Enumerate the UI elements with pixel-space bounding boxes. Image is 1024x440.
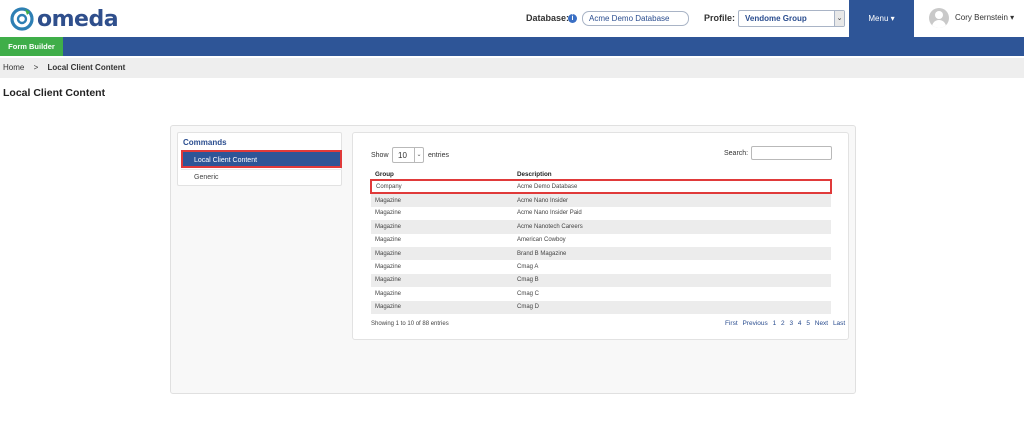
cell-description: Acme Demo Database <box>513 178 832 195</box>
profile-select-value: Vendome Group <box>745 14 807 23</box>
breadcrumb: Home > Local Client Content <box>0 58 1024 78</box>
pager-page-2[interactable]: 2 <box>781 320 785 327</box>
cell-group: Magazine <box>371 273 513 288</box>
entries-table: Group Description Company Acme Demo Data… <box>370 170 832 314</box>
brand-name: omeda <box>37 6 119 32</box>
pager-next[interactable]: Next <box>815 320 828 327</box>
table-row[interactable]: Magazine American Cowboy <box>371 233 831 247</box>
cell-description: Brand B Magazine <box>513 246 831 261</box>
cell-group: Magazine <box>371 300 513 314</box>
cell-description: Cmag D <box>513 300 831 314</box>
search-label: Search: <box>724 150 749 157</box>
cell-description: Acme Nano Insider Paid <box>513 206 831 221</box>
cell-group: Magazine <box>371 220 513 234</box>
breadcrumb-home[interactable]: Home <box>3 63 24 72</box>
pager-page-3[interactable]: 3 <box>789 320 793 327</box>
pager-first[interactable]: First <box>725 320 738 327</box>
table-row[interactable]: Magazine Cmag B <box>371 273 831 288</box>
cell-description: Acme Nanotech Careers <box>513 220 831 234</box>
cell-description: American Cowboy <box>513 233 831 247</box>
cell-description: Cmag B <box>513 273 831 288</box>
chevron-down-icon[interactable]: ⌄ <box>834 11 844 26</box>
search-input[interactable] <box>751 146 832 160</box>
cell-group: Magazine <box>371 233 513 247</box>
info-icon[interactable]: i <box>568 14 577 23</box>
form-builder-tab[interactable]: Form Builder <box>0 37 63 56</box>
command-generic[interactable]: Generic <box>181 169 342 185</box>
show-label: Show <box>371 152 389 159</box>
user-avatar-icon[interactable] <box>929 8 949 28</box>
column-header-group[interactable]: Group <box>371 170 513 181</box>
user-menu[interactable]: Cory Bernstein ▾ <box>955 13 1014 22</box>
database-select[interactable]: Acme Demo Database <box>582 11 689 26</box>
table-row[interactable]: Magazine Acme Nanotech Careers <box>371 220 831 234</box>
cell-group: Magazine <box>371 246 513 261</box>
table-row[interactable]: Magazine Acme Nano Insider Paid <box>371 206 831 221</box>
menu-button[interactable]: Menu ▾ <box>849 0 914 37</box>
table-info: Showing 1 to 10 of 88 entries <box>371 321 449 327</box>
main-navbar: Form Builder <box>0 37 1024 56</box>
chevron-down-icon[interactable]: ⌄ <box>414 148 423 162</box>
breadcrumb-separator: > <box>33 63 39 72</box>
cell-description: Cmag C <box>513 287 831 301</box>
table-row[interactable]: Magazine Cmag A <box>371 260 831 274</box>
content-panel: Commands Local Client Content Generic Sh… <box>170 125 856 394</box>
table-row[interactable]: Magazine Cmag D <box>371 300 831 314</box>
cell-group: Magazine <box>371 193 513 207</box>
pager-page-5[interactable]: 5 <box>806 320 810 327</box>
pager-page-4[interactable]: 4 <box>798 320 802 327</box>
table-row[interactable]: Magazine Cmag C <box>371 287 831 301</box>
entries-label: entries <box>428 152 450 159</box>
cell-description: Acme Nano Insider <box>513 193 831 207</box>
top-bar: omeda Database: i Acme Demo Database Pro… <box>0 0 1024 37</box>
pager-previous[interactable]: Previous <box>742 320 767 327</box>
breadcrumb-current: Local Client Content <box>47 63 126 72</box>
database-label: Database: <box>526 13 570 23</box>
commands-title: Commands <box>183 138 227 147</box>
cell-group: Magazine <box>371 260 513 274</box>
page-size-select[interactable]: 10 ⌄ <box>392 147 424 163</box>
profile-select[interactable]: Vendome Group ⌄ <box>738 10 845 27</box>
cell-group: Magazine <box>371 287 513 301</box>
table-header-row: Group Description <box>371 170 831 181</box>
column-header-description[interactable]: Description <box>513 170 831 181</box>
profile-label: Profile: <box>704 13 736 23</box>
omeda-logo[interactable]: omeda <box>10 6 119 32</box>
entries-panel: Show 10 ⌄ entries Search: Group Descript… <box>352 132 849 340</box>
page-size-value: 10 <box>398 151 407 160</box>
cell-group: Magazine <box>371 206 513 221</box>
cell-group: Company <box>370 178 513 195</box>
table-row[interactable]: Magazine Brand B Magazine <box>371 246 831 261</box>
pager-last[interactable]: Last <box>833 320 845 327</box>
pager-page-1[interactable]: 1 <box>773 320 777 327</box>
command-local-client-content[interactable]: Local Client Content <box>181 150 342 168</box>
table-row[interactable]: Magazine Acme Nano Insider <box>371 193 831 207</box>
pagination: First Previous 1 2 3 4 5 Next Last <box>725 320 848 327</box>
table-row[interactable]: Company Acme Demo Database <box>370 178 832 195</box>
cell-description: Cmag A <box>513 260 831 274</box>
page-title: Local Client Content <box>3 87 106 99</box>
commands-box: Commands Local Client Content Generic <box>177 132 342 186</box>
logo-icon <box>10 7 34 31</box>
